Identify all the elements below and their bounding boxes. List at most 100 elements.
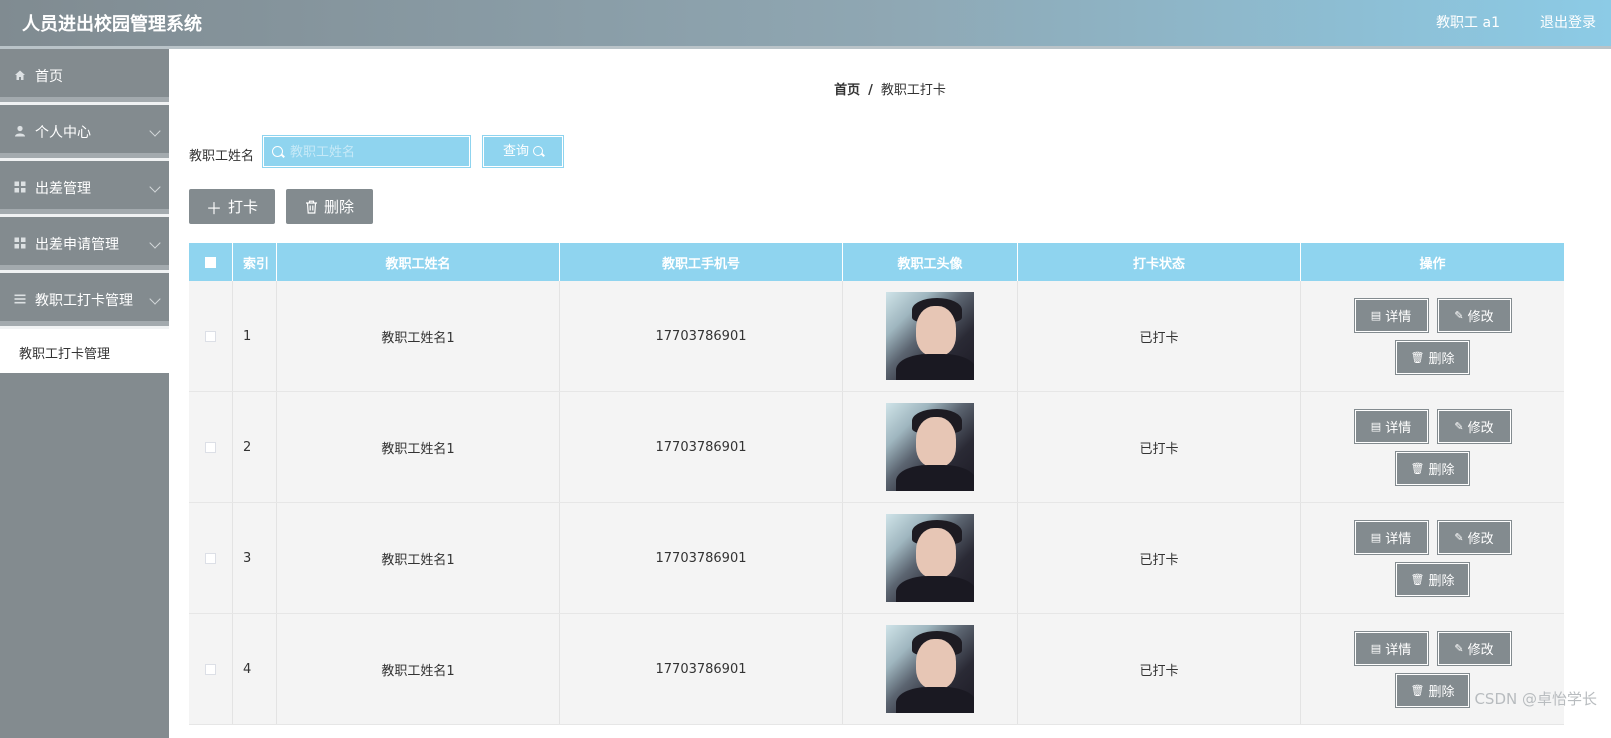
checkin-table: 索引 教职工姓名 教职工手机号 教职工头像 打卡状态 操作 1 教职工姓名1 1… [189,243,1564,725]
detail-button[interactable]: ▤ 详情 [1353,297,1429,333]
delete-button-label: 删除 [1428,573,1455,589]
delete-button[interactable]: 🗑 删除 [1395,339,1470,375]
delete-button-label: 删除 [1428,351,1455,367]
chevron-down-icon [149,237,161,249]
document-icon: ▤ [1370,308,1382,322]
edit-button[interactable]: ✎ 修改 [1436,408,1512,444]
edit-button[interactable]: ✎ 修改 [1436,297,1512,333]
avatar [886,292,974,380]
select-all-checkbox[interactable] [205,256,216,268]
sidebar-item-label: 个人中心 [35,125,91,141]
edit-button[interactable]: ✎ 修改 [1436,519,1512,555]
table-header: 索引 教职工姓名 教职工手机号 教职工头像 打卡状态 操作 [189,243,1564,281]
column-header: 索引 [233,243,277,281]
column-header: 教职工头像 [843,243,1018,281]
top-header: 人员进出校园管理系统 教职工 a1 退出登录 [0,0,1611,49]
chevron-down-icon [149,293,161,305]
delete-button[interactable]: 🗑 删除 [1395,561,1470,597]
edit-icon: ✎ [1454,641,1464,655]
table-row: 3 教职工姓名1 17703786901 已打卡 ▤ 详情 ✎ 修改 🗑 删除 [189,503,1564,614]
column-header: 打卡状态 [1018,243,1301,281]
row-actions-line: ▤ 详情 ✎ 修改 [1353,408,1512,444]
document-icon: ▤ [1370,530,1382,544]
breadcrumb-separator: / [868,83,873,98]
row-phone: 17703786901 [560,281,843,391]
trash-icon: 🗑 [1410,461,1425,475]
avatar-face [916,639,956,689]
row-select-cell [189,503,233,613]
detail-button-label: 详情 [1385,420,1412,436]
detail-button[interactable]: ▤ 详情 [1353,408,1429,444]
search-icon [533,146,543,156]
sidebar-item-label: 出差管理 [35,181,91,197]
trash-icon: 🗑 [1410,350,1425,364]
delete-button[interactable]: 🗑 删除 [1395,450,1470,486]
row-index: 4 [233,614,277,724]
row-index: 2 [233,392,277,502]
delete-button[interactable]: 🗑 删除 [1395,672,1470,708]
row-name: 教职工姓名1 [277,392,560,502]
sidebar-subitem-checkin-manage[interactable]: 教职工打卡管理 [0,329,169,373]
detail-button[interactable]: ▤ 详情 [1353,519,1429,555]
detail-button[interactable]: ▤ 详情 [1353,630,1429,666]
avatar-face [916,417,956,467]
breadcrumb-home[interactable]: 首页 [834,83,860,98]
row-checkbox[interactable] [205,663,216,675]
list-icon [14,294,26,304]
query-button-label: 查询 [502,144,529,159]
checkin-button[interactable]: ＋ 打卡 [189,189,275,224]
detail-button-label: 详情 [1385,531,1412,547]
header-select-all-cell [189,243,233,281]
row-avatar-cell [843,503,1018,613]
row-actions: ▤ 详情 ✎ 修改 🗑 删除 [1301,392,1564,502]
detail-button-label: 详情 [1385,642,1412,658]
row-actions-line: 🗑 删除 [1395,672,1470,708]
watermark: CSDN @卓怡学长 [1474,690,1597,708]
sidebar-item-checkin[interactable]: 教职工打卡管理 [0,273,169,329]
avatar-body [896,465,974,491]
row-checkbox[interactable] [205,552,216,564]
plus-icon: ＋ [205,198,222,218]
avatar [886,403,974,491]
user-icon [15,125,25,137]
sidebar-item-travel-apply[interactable]: 出差申请管理 [0,217,169,273]
row-status: 已打卡 [1018,503,1301,613]
sidebar-item-label: 教职工打卡管理 [35,293,133,309]
avatar-body [896,576,974,602]
row-select-cell [189,614,233,724]
row-index: 3 [233,503,277,613]
column-header: 操作 [1419,256,1446,272]
delete-button-label: 删除 [1428,462,1455,478]
row-actions: ▤ 详情 ✎ 修改 🗑 删除 [1301,503,1564,613]
sidebar-item-profile[interactable]: 个人中心 [0,105,169,161]
logout-link[interactable]: 退出登录 [1540,12,1596,32]
search-input[interactable] [290,142,460,162]
batch-delete-button[interactable]: 删除 [286,189,373,224]
row-actions-line: 🗑 删除 [1395,561,1470,597]
row-actions-line: ▤ 详情 ✎ 修改 [1353,297,1512,333]
sidebar-item-travel[interactable]: 出差管理 [0,161,169,217]
table-row: 4 教职工姓名1 17703786901 已打卡 ▤ 详情 ✎ 修改 🗑 删除 [189,614,1564,725]
avatar-face [916,306,956,356]
row-checkbox[interactable] [205,441,216,453]
row-select-cell [189,281,233,391]
column-header: 教职工姓名 [277,243,560,281]
edit-icon: ✎ [1454,530,1464,544]
row-status: 已打卡 [1018,392,1301,502]
row-name: 教职工姓名1 [277,281,560,391]
search-field[interactable] [262,135,471,168]
sidebar: 首页 个人中心 出差管理 出差申请管理 教职工打卡管理 教职工打卡管理 [0,49,169,738]
edit-button[interactable]: ✎ 修改 [1436,630,1512,666]
row-checkbox[interactable] [205,330,216,342]
row-actions-line: ▤ 详情 ✎ 修改 [1353,630,1512,666]
row-index: 1 [233,281,277,391]
trash-icon: 🗑 [1410,683,1425,697]
row-actions: ▤ 详情 ✎ 修改 🗑 删除 [1301,281,1564,391]
sidebar-item-label: 首页 [35,69,63,85]
row-name: 教职工姓名1 [277,503,560,613]
chevron-down-icon [149,181,161,193]
row-phone: 17703786901 [560,614,843,724]
query-button[interactable]: 查询 [482,135,564,168]
edit-button-label: 修改 [1467,531,1494,547]
sidebar-item-home[interactable]: 首页 [0,49,169,105]
